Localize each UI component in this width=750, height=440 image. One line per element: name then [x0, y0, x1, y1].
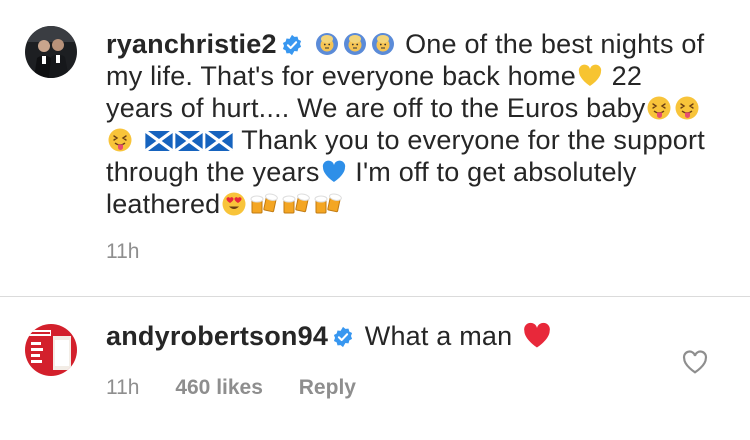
beer-emoji	[249, 191, 279, 217]
comment-andyrobertson94: andyrobertson94 What a man 11h 460 likes…	[0, 296, 750, 440]
beer-emoji	[281, 191, 311, 217]
blue-heart-emoji	[321, 159, 347, 185]
avatar-photo-icon	[25, 26, 77, 78]
comment-meta: 11h	[106, 240, 169, 264]
reply-button[interactable]: Reply	[299, 376, 356, 399]
hands-up-emoji	[370, 31, 396, 57]
tongue-emoji	[674, 95, 700, 121]
comment-ryanchristie2: ryanchristie2 One of the best nights of …	[0, 0, 750, 296]
hands-up-emoji	[342, 31, 368, 57]
comment-body: What a man	[364, 321, 513, 351]
heart-outline-icon[interactable]	[682, 350, 708, 374]
timestamp[interactable]: 11h	[106, 240, 139, 263]
verified-badge-icon	[332, 326, 354, 348]
scotland-flag-emoji	[145, 131, 173, 151]
avatar[interactable]	[25, 324, 77, 376]
username-link[interactable]: andyrobertson94	[106, 321, 328, 351]
tongue-emoji	[646, 95, 672, 121]
comment-text: andyrobertson94 What a man	[106, 320, 706, 352]
scotland-flag-emoji	[175, 131, 203, 151]
scotland-flag-emoji	[205, 131, 233, 151]
tongue-emoji	[107, 127, 133, 153]
red-heart-emoji	[521, 321, 553, 351]
username-link[interactable]: ryanchristie2	[106, 29, 277, 59]
avatar[interactable]	[25, 26, 77, 78]
beer-emoji	[313, 191, 343, 217]
likes-count[interactable]: 460 likes	[175, 376, 263, 399]
avatar-book-cover-icon	[25, 324, 77, 376]
timestamp[interactable]: 11h	[106, 376, 139, 399]
verified-badge-icon	[281, 34, 303, 56]
heart-eyes-emoji	[221, 191, 247, 217]
yellow-heart-emoji	[577, 63, 603, 89]
comment-text: ryanchristie2 One of the best nights of …	[106, 28, 706, 220]
comment-meta: 11h 460 likes Reply	[106, 376, 386, 400]
hands-up-emoji	[314, 31, 340, 57]
